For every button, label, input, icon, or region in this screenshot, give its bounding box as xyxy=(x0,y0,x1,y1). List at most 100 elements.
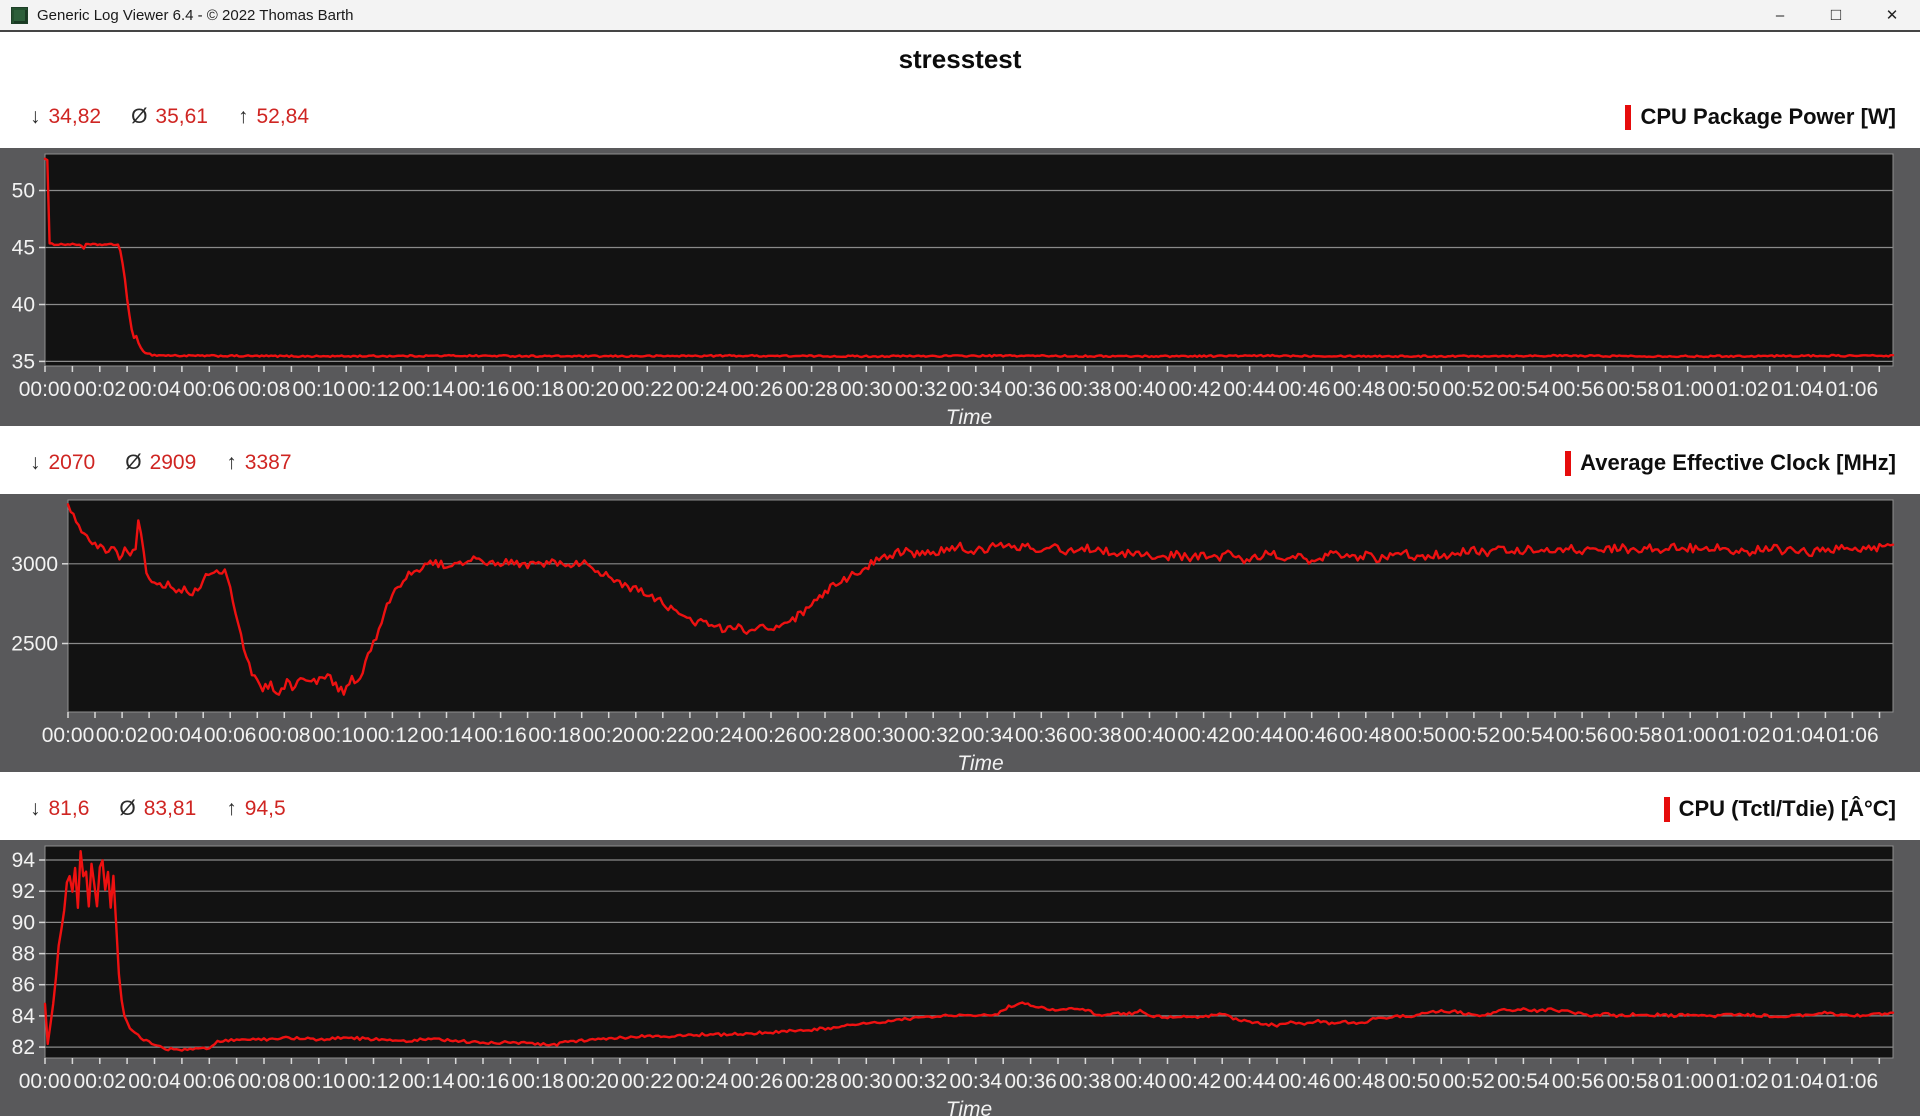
svg-text:00:28: 00:28 xyxy=(785,1070,838,1093)
svg-text:Time: Time xyxy=(957,752,1003,772)
svg-text:00:26: 00:26 xyxy=(731,378,784,401)
svg-text:00:14: 00:14 xyxy=(402,378,455,401)
window-title: Generic Log Viewer 6.4 - © 2022 Thomas B… xyxy=(37,7,354,24)
page-title: stresstest xyxy=(899,44,1022,75)
average-icon: Ø xyxy=(125,451,141,475)
svg-text:00:42: 00:42 xyxy=(1177,724,1230,747)
app-icon xyxy=(11,7,28,24)
avg-value: 2909 xyxy=(150,451,197,475)
svg-text:00:04: 00:04 xyxy=(128,1070,181,1093)
svg-text:00:20: 00:20 xyxy=(566,378,619,401)
svg-text:00:16: 00:16 xyxy=(457,378,510,401)
svg-text:00:10: 00:10 xyxy=(293,378,346,401)
svg-text:00:40: 00:40 xyxy=(1114,378,1167,401)
svg-text:01:02: 01:02 xyxy=(1716,1070,1769,1093)
svg-text:00:44: 00:44 xyxy=(1231,724,1284,747)
svg-text:00:30: 00:30 xyxy=(853,724,906,747)
svg-text:00:44: 00:44 xyxy=(1223,1070,1276,1093)
stats-row-1: ↓ 34,82 Ø 35,61 ↑ 52,84 CPU Package Powe… xyxy=(0,86,1920,148)
max-value: 3387 xyxy=(245,451,292,475)
svg-text:90: 90 xyxy=(12,911,35,934)
svg-text:00:06: 00:06 xyxy=(183,378,236,401)
svg-text:00:10: 00:10 xyxy=(312,724,365,747)
svg-text:00:14: 00:14 xyxy=(402,1070,455,1093)
svg-text:00:34: 00:34 xyxy=(950,378,1003,401)
svg-text:00:12: 00:12 xyxy=(347,1070,400,1093)
svg-text:50: 50 xyxy=(12,180,35,203)
svg-text:00:20: 00:20 xyxy=(566,1070,619,1093)
svg-text:84: 84 xyxy=(12,1005,36,1028)
svg-text:Time: Time xyxy=(946,406,992,426)
svg-text:00:46: 00:46 xyxy=(1278,378,1331,401)
chart-svg: 8284868890929400:0000:0200:0400:0600:080… xyxy=(0,840,1920,1116)
svg-text:00:16: 00:16 xyxy=(474,724,527,747)
svg-text:00:48: 00:48 xyxy=(1340,724,1393,747)
svg-text:00:22: 00:22 xyxy=(637,724,690,747)
svg-text:00:24: 00:24 xyxy=(691,724,744,747)
legend-label: CPU (Tctl/Tdie) [Â°C] xyxy=(1679,796,1896,822)
min-arrow-icon: ↓ xyxy=(30,797,41,821)
min-value: 81,6 xyxy=(49,797,90,821)
stat-min: ↓ 2070 xyxy=(30,451,95,475)
svg-text:00:54: 00:54 xyxy=(1497,378,1550,401)
max-value: 52,84 xyxy=(256,105,309,129)
svg-text:3000: 3000 xyxy=(11,553,58,576)
stats-row-2: ↓ 2070 Ø 2909 ↑ 3387 Average Effective C… xyxy=(0,432,1920,494)
svg-text:00:48: 00:48 xyxy=(1333,378,1386,401)
chart-plot-cpu-temperature[interactable]: 8284868890929400:0000:0200:0400:0600:080… xyxy=(0,840,1920,1116)
svg-text:00:48: 00:48 xyxy=(1333,1070,1386,1093)
stat-avg: Ø 83,81 xyxy=(119,797,196,821)
svg-text:00:20: 00:20 xyxy=(582,724,635,747)
svg-text:86: 86 xyxy=(12,974,35,997)
svg-text:00:00: 00:00 xyxy=(19,1070,72,1093)
window-controls: – □ ✕ xyxy=(1752,0,1920,30)
svg-text:00:54: 00:54 xyxy=(1502,724,1555,747)
svg-text:00:44: 00:44 xyxy=(1223,378,1276,401)
stat-min: ↓ 34,82 xyxy=(30,105,101,129)
chart-group-cpu-temperature: ↓ 81,6 Ø 83,81 ↑ 94,5 CPU (Tctl/Tdie) [Â… xyxy=(0,778,1920,1116)
svg-text:00:40: 00:40 xyxy=(1114,1070,1167,1093)
svg-text:94: 94 xyxy=(12,849,36,872)
svg-text:00:52: 00:52 xyxy=(1442,1070,1495,1093)
average-icon: Ø xyxy=(131,105,147,129)
svg-text:00:10: 00:10 xyxy=(293,1070,346,1093)
svg-text:01:00: 01:00 xyxy=(1661,378,1714,401)
chart-stats-1: ↓ 34,82 Ø 35,61 ↑ 52,84 xyxy=(30,105,309,129)
svg-text:00:08: 00:08 xyxy=(238,378,291,401)
svg-text:00:04: 00:04 xyxy=(150,724,203,747)
stat-max: ↑ 52,84 xyxy=(238,105,309,129)
svg-text:00:18: 00:18 xyxy=(512,1070,565,1093)
svg-text:00:58: 00:58 xyxy=(1610,724,1663,747)
svg-text:92: 92 xyxy=(12,880,35,903)
svg-text:00:36: 00:36 xyxy=(1004,378,1057,401)
max-arrow-icon: ↑ xyxy=(226,797,237,821)
legend-color-bar-icon xyxy=(1664,797,1670,822)
svg-text:00:14: 00:14 xyxy=(420,724,473,747)
svg-text:40: 40 xyxy=(12,294,35,317)
maximize-button[interactable]: □ xyxy=(1808,0,1864,30)
svg-text:00:56: 00:56 xyxy=(1556,724,1609,747)
min-arrow-icon: ↓ xyxy=(30,451,41,475)
stats-row-3: ↓ 81,6 Ø 83,81 ↑ 94,5 CPU (Tctl/Tdie) [Â… xyxy=(0,778,1920,840)
svg-text:00:08: 00:08 xyxy=(238,1070,291,1093)
svg-text:00:04: 00:04 xyxy=(128,378,181,401)
svg-text:01:02: 01:02 xyxy=(1718,724,1771,747)
svg-text:00:34: 00:34 xyxy=(950,1070,1003,1093)
stat-min: ↓ 81,6 xyxy=(30,797,89,821)
svg-text:01:00: 01:00 xyxy=(1664,724,1717,747)
header: stresstest xyxy=(0,32,1920,86)
minimize-button[interactable]: – xyxy=(1752,0,1808,30)
svg-text:00:32: 00:32 xyxy=(907,724,960,747)
chart-plot-effective-clock[interactable]: 2500300000:0000:0200:0400:0600:0800:1000… xyxy=(0,494,1920,772)
svg-text:00:52: 00:52 xyxy=(1442,378,1495,401)
average-icon: Ø xyxy=(119,797,135,821)
svg-text:00:00: 00:00 xyxy=(19,378,72,401)
chart-plot-cpu-package-power[interactable]: 3540455000:0000:0200:0400:0600:0800:1000… xyxy=(0,148,1920,426)
svg-text:01:06: 01:06 xyxy=(1826,378,1879,401)
close-button[interactable]: ✕ xyxy=(1864,0,1920,30)
svg-text:00:50: 00:50 xyxy=(1388,1070,1441,1093)
svg-text:00:02: 00:02 xyxy=(96,724,149,747)
svg-text:00:34: 00:34 xyxy=(961,724,1014,747)
svg-text:00:30: 00:30 xyxy=(840,1070,893,1093)
max-arrow-icon: ↑ xyxy=(238,105,249,129)
